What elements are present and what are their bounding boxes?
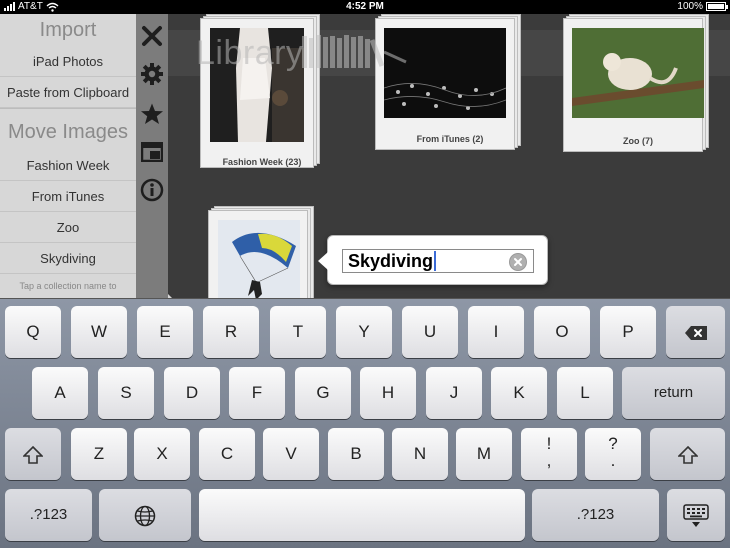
key-n[interactable]: N (392, 428, 448, 480)
popover-arrow (318, 252, 328, 270)
key-backspace[interactable] (666, 306, 725, 358)
key-x[interactable]: X (134, 428, 190, 480)
key-exclaim-top: ! (546, 434, 552, 453)
key-l[interactable]: L (557, 367, 613, 419)
clear-icon (514, 258, 522, 266)
move-to-from-itunes-button[interactable]: From iTunes (0, 181, 136, 212)
import-section-title: Import (39, 19, 97, 41)
import-paste-clipboard-button[interactable]: Paste from Clipboard (0, 77, 136, 108)
clear-text-button[interactable] (509, 253, 527, 271)
key-i[interactable]: I (468, 306, 524, 358)
key-space[interactable] (199, 489, 525, 541)
library-title: Library (196, 34, 304, 72)
move-to-zoo-button[interactable]: Zoo (0, 212, 136, 243)
move-to-fashion-week-button[interactable]: Fashion Week (0, 150, 136, 181)
key-o[interactable]: O (534, 306, 590, 358)
battery-percent: 100% (677, 1, 703, 12)
collection-thumbnail (572, 28, 704, 118)
key-e[interactable]: E (137, 306, 193, 358)
key-h[interactable]: H (360, 367, 416, 419)
hide-keyboard-icon (683, 503, 709, 527)
key-d[interactable]: D (164, 367, 220, 419)
star-icon[interactable] (140, 102, 164, 126)
key-b[interactable]: B (328, 428, 384, 480)
key-question-top: ? (608, 434, 618, 453)
key-y[interactable]: Y (336, 306, 392, 358)
key-question-bottom: . (610, 451, 616, 470)
key-j[interactable]: J (426, 367, 482, 419)
key-globe[interactable] (99, 489, 191, 541)
bookshelf-icon (302, 35, 407, 68)
key-s[interactable]: S (98, 367, 154, 419)
collection-caption: From iTunes (2) (416, 134, 484, 144)
gear-icon[interactable] (140, 62, 164, 86)
collection-stack-skydiving[interactable] (208, 206, 318, 298)
layout-icon[interactable] (140, 140, 164, 164)
backspace-icon (684, 325, 707, 340)
shift-icon (22, 445, 44, 464)
key-r[interactable]: R (203, 306, 259, 358)
key-a[interactable]: A (32, 367, 88, 419)
key-hide-keyboard[interactable] (667, 489, 725, 541)
key-numbers-left[interactable]: .?123 (5, 489, 92, 541)
onscreen-keyboard: Q W E R T Y U I O P A S D F G H J K L re… (0, 298, 730, 548)
key-u[interactable]: U (402, 306, 458, 358)
key-t[interactable]: T (270, 306, 326, 358)
key-w[interactable]: W (71, 306, 127, 358)
text-caret (434, 251, 437, 271)
key-v[interactable]: V (263, 428, 319, 480)
key-k[interactable]: K (491, 367, 547, 419)
key-z[interactable]: Z (71, 428, 127, 480)
collection-thumbnail (218, 220, 300, 298)
collection-name-input[interactable]: Skydiving (342, 249, 534, 273)
rename-popover: Skydiving (318, 235, 548, 285)
collection-stack-zoo[interactable]: Zoo (7) (563, 14, 713, 152)
key-numbers-right[interactable]: .?123 (532, 489, 659, 541)
move-to-skydiving-button[interactable]: Skydiving (0, 243, 136, 274)
tool-icon-bar (136, 14, 168, 298)
key-exclaim-comma[interactable]: ! , (521, 428, 577, 480)
close-icon[interactable] (140, 24, 164, 48)
key-g[interactable]: G (295, 367, 351, 419)
key-c[interactable]: C (199, 428, 255, 480)
shift-icon (676, 445, 699, 464)
import-ipad-photos-button[interactable]: iPad Photos (0, 46, 136, 77)
key-return[interactable]: return (622, 367, 725, 419)
key-q[interactable]: Q (5, 306, 61, 358)
key-exclaim-bottom: , (546, 451, 552, 470)
key-question-period[interactable]: ? . (585, 428, 641, 480)
globe-icon (134, 505, 156, 526)
key-m[interactable]: M (456, 428, 512, 480)
battery-status: 100% (677, 1, 728, 12)
collection-caption: Fashion Week (23) (222, 157, 302, 167)
panel-hint-text: Tap a collection name to (19, 281, 117, 291)
collection-name-value: Skydiving (348, 250, 434, 271)
clock: 4:52 PM (346, 1, 384, 12)
collection-caption: Zoo (7) (623, 136, 653, 146)
info-icon[interactable] (140, 178, 164, 202)
key-p[interactable]: P (600, 306, 656, 358)
status-bar: AT&T 4:52 PM 100% (0, 0, 730, 14)
side-panel: Import iPad Photos Paste from Clipboard … (0, 14, 136, 298)
key-f[interactable]: F (229, 367, 285, 419)
key-shift-left[interactable] (5, 428, 61, 480)
key-shift-right[interactable] (650, 428, 725, 480)
move-images-section-title: Move Images (7, 121, 129, 143)
battery-icon (706, 2, 728, 11)
